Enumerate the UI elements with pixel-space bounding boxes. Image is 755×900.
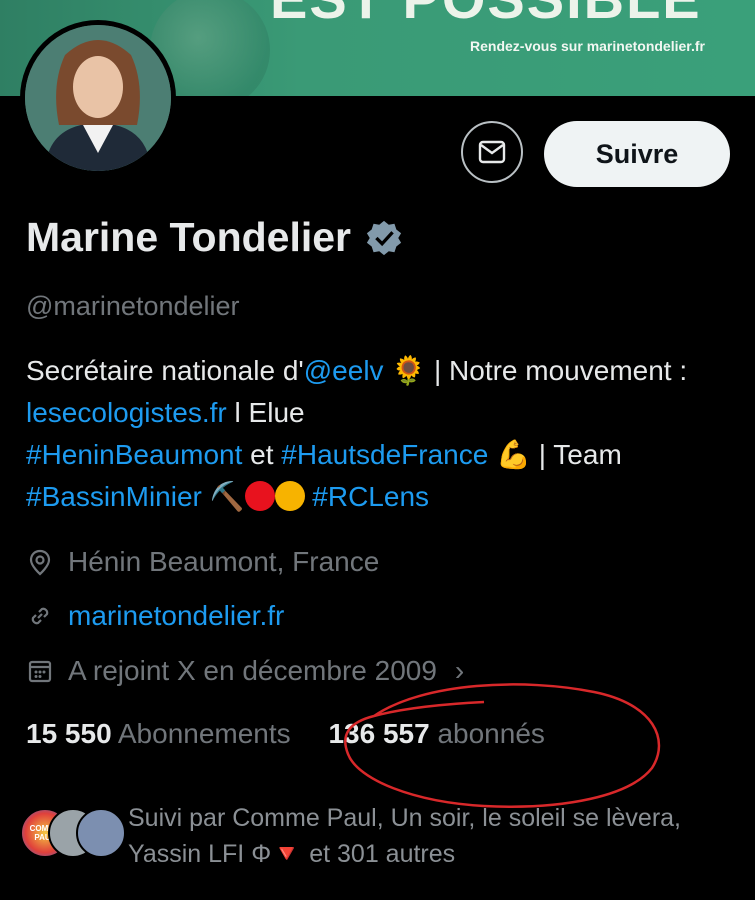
followed-by-text[interactable]: Suivi par Comme Paul, Un soir, le soleil… bbox=[128, 800, 728, 872]
location-row: Hénin Beaumont, France bbox=[26, 546, 379, 578]
handle: @marinetondelier bbox=[26, 291, 240, 321]
yellow-circle-emoji bbox=[274, 481, 305, 511]
message-button[interactable] bbox=[461, 121, 523, 183]
banner-subtext: Rendez-vous sur marinetondelier.fr bbox=[470, 38, 705, 54]
follower-avatar-3 bbox=[76, 808, 126, 858]
name-row: Marine Tondelier bbox=[26, 214, 403, 261]
bio-text: l Elue bbox=[226, 397, 305, 428]
hashtag-heninbeaumont[interactable]: #HeninBeaumont bbox=[26, 439, 242, 470]
calendar-icon bbox=[28, 660, 52, 683]
sunflower-emoji: 🌻 bbox=[391, 355, 427, 386]
bio-text: | Notre mouvement : bbox=[426, 355, 688, 386]
hashtag-hautsdefrance[interactable]: #HautsdeFrance bbox=[281, 439, 488, 470]
following-label: Abonnements bbox=[117, 718, 291, 749]
location-pin-icon bbox=[29, 549, 51, 576]
website-link[interactable]: marinetondelier.fr bbox=[68, 600, 284, 632]
followed-by-avatars[interactable]: COMME PAUL bbox=[20, 800, 130, 866]
follow-button[interactable]: Suivre bbox=[544, 121, 730, 187]
followers-link[interactable]: 136 557 abonnés bbox=[328, 718, 544, 749]
joined-text: A rejoint X en décembre 2009 bbox=[68, 655, 437, 686]
avatar-photo bbox=[25, 25, 171, 171]
bio-text: | Team bbox=[530, 439, 622, 470]
bio-mention-link[interactable]: @eelv bbox=[304, 355, 384, 386]
hashtag-bassinminier[interactable]: #BassinMinier bbox=[26, 481, 202, 512]
profile-avatar[interactable] bbox=[20, 20, 176, 176]
banner-headline: EST POSSIBLE bbox=[270, 0, 702, 31]
profile-stats: 15 550 Abonnements 136 557 abonnés bbox=[26, 718, 545, 750]
pick-emoji: ⛏️ bbox=[209, 481, 245, 512]
display-name: Marine Tondelier bbox=[26, 214, 352, 260]
verified-badge-icon[interactable] bbox=[365, 219, 403, 257]
hashtag-rclens[interactable]: #RCLens bbox=[312, 481, 429, 512]
chevron-right-icon: › bbox=[454, 655, 465, 686]
bio-website-link[interactable]: lesecologistes.fr bbox=[26, 397, 227, 428]
flexed-biceps-emoji: 💪 bbox=[496, 439, 531, 470]
envelope-icon bbox=[478, 140, 506, 164]
bio-text: et bbox=[242, 439, 282, 470]
profile-bio: Secrétaire nationale d'@eelv 🌻 | Notre m… bbox=[26, 350, 736, 518]
link-icon bbox=[31, 607, 49, 625]
bio-text: Secrétaire nationale d' bbox=[26, 355, 304, 386]
followers-count: 136 557 bbox=[328, 718, 430, 749]
location-text: Hénin Beaumont, France bbox=[68, 546, 380, 577]
website-row: marinetondelier.fr bbox=[26, 600, 284, 632]
following-link[interactable]: 15 550 Abonnements bbox=[26, 718, 298, 749]
following-count: 15 550 bbox=[26, 718, 112, 749]
red-circle-emoji bbox=[244, 481, 275, 511]
followers-label: abonnés bbox=[437, 718, 545, 749]
joined-row[interactable]: A rejoint X en décembre 2009 › bbox=[26, 655, 464, 687]
